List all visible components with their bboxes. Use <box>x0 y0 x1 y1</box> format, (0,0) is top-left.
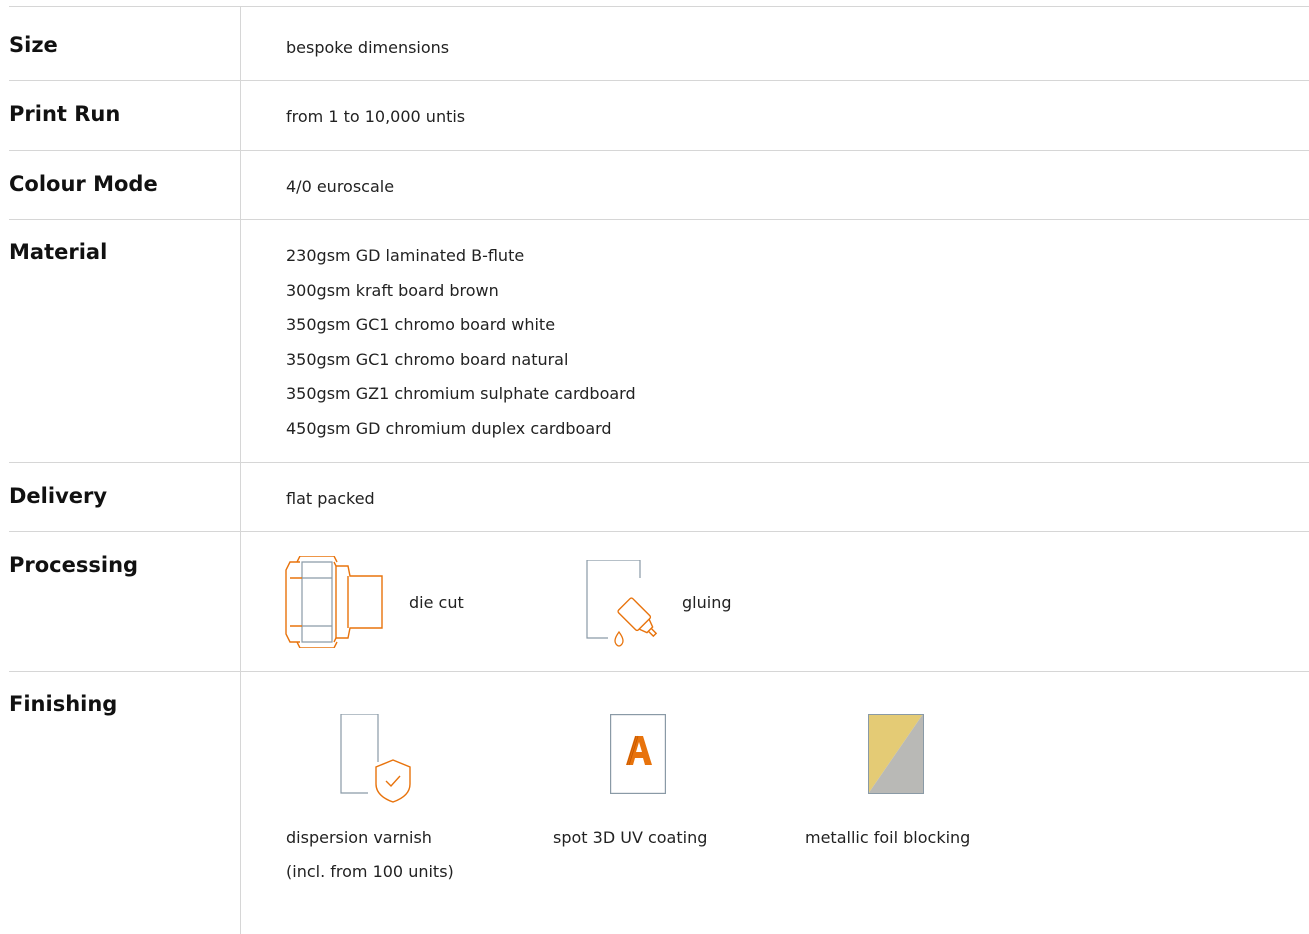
spec-label-print-run: Print Run <box>9 102 121 126</box>
row-divider <box>9 219 1309 220</box>
row-divider <box>9 531 1309 532</box>
spec-label-delivery: Delivery <box>9 484 108 508</box>
finishing-label: spot 3D UV coating <box>553 828 708 847</box>
row-divider <box>9 80 1309 81</box>
finishing-label: metallic foil blocking <box>805 828 971 847</box>
material-item: 230gsm GD laminated B-flute <box>286 246 525 265</box>
processing-label: die cut <box>409 593 464 612</box>
row-divider <box>9 671 1309 672</box>
material-item: 350gsm GC1 chromo board natural <box>286 349 569 369</box>
material-item: 450gsm GD chromium duplex cardboard <box>286 418 612 438</box>
product-spec-table: Size bespoke dimensions Print Run from 1… <box>0 0 1309 934</box>
material-item: 350gsm GC1 chromo board white <box>286 315 556 335</box>
spec-label-size: Size <box>9 33 58 57</box>
row-divider <box>9 150 1309 151</box>
spec-label-processing: Processing <box>9 553 139 577</box>
spec-value-colour-mode: 4/0 euroscale <box>286 177 395 196</box>
spec-value-print-run: from 1 to 10,000 untis <box>286 107 466 126</box>
shield-check-sheet-icon <box>340 714 414 804</box>
processing-option-gluing: gluing <box>584 560 731 650</box>
row-divider <box>9 462 1309 463</box>
row-divider <box>9 6 1309 7</box>
box-dieline-icon <box>284 556 388 648</box>
foil-sheet-icon <box>868 714 924 794</box>
spec-label-finishing: Finishing <box>9 692 118 716</box>
column-divider <box>240 6 241 934</box>
spec-value-delivery: flat packed <box>286 489 375 508</box>
material-item: 300gsm kraft board brown <box>286 280 499 300</box>
material-item: 350gsm GZ1 chromium sulphate cardboard <box>286 384 636 404</box>
glue-bottle-icon <box>584 560 664 650</box>
spec-label-colour-mode: Colour Mode <box>9 172 158 196</box>
spec-label-material: Material <box>9 240 108 264</box>
letter-a-sheet-icon <box>610 714 666 794</box>
spec-value-size: bespoke dimensions <box>286 38 450 57</box>
processing-label: gluing <box>682 593 732 612</box>
finishing-label: (incl. from 100 units) <box>286 862 454 881</box>
finishing-label: dispersion varnish <box>286 828 432 847</box>
material-list: 230gsm GD laminated B-flute 300gsm kraft… <box>286 246 636 454</box>
processing-option-die-cut: die cut <box>284 556 464 648</box>
